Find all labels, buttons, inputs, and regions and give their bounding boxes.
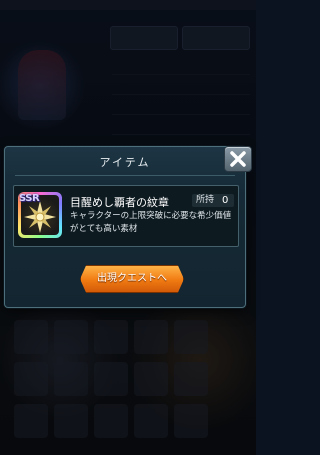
owned-count-box: 所持 0 (192, 194, 234, 207)
item-icon-frame: SSR (18, 192, 62, 238)
title-divider (15, 175, 235, 176)
dialog-title: アイテム (99, 156, 151, 169)
rarity-badge: SSR (19, 193, 40, 204)
item-info-panel: SSR 目醒めし覇者の紋章 所持 0 キャラクターの上限突破に必要な希少価値がと… (13, 185, 239, 247)
close-x-icon (230, 151, 246, 167)
go-to-quest-button[interactable]: 出現クエストへ (80, 265, 184, 293)
item-dialog: アイテム SSR 目醒めし覇者の紋章 所持 0 キャラクターの上限突破に必要な希… (4, 146, 246, 308)
item-description: キャラクターの上限突破に必要な希少価値がとても高い素材 (70, 211, 232, 234)
owned-label: 所持 (196, 195, 215, 205)
close-button[interactable] (224, 146, 252, 172)
item-name: 目醒めし覇者の紋章 (70, 196, 169, 209)
owned-count: 0 (222, 195, 229, 206)
